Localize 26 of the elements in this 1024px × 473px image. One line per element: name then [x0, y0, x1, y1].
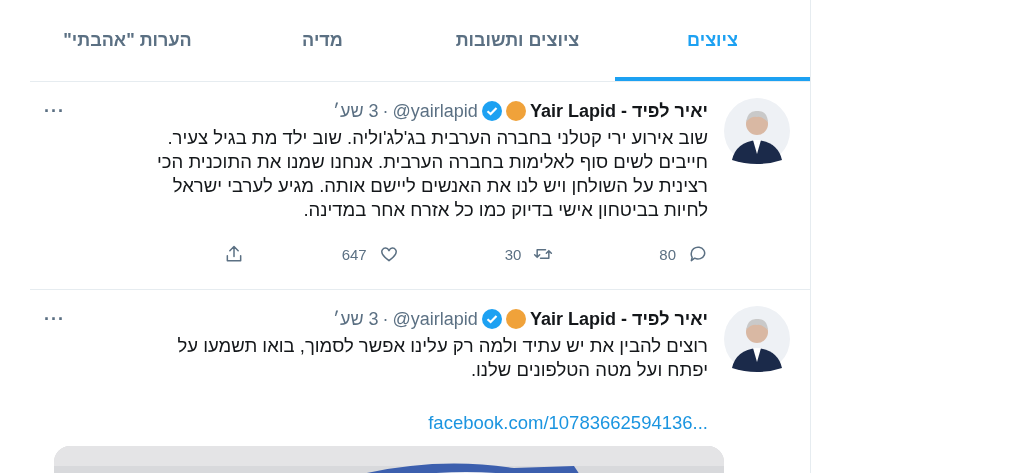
- tab[interactable]: ציוצים: [615, 0, 810, 81]
- separator-dot: ·: [382, 100, 389, 122]
- status-dot-icon: [505, 309, 526, 329]
- tab[interactable]: מדיה: [225, 0, 420, 81]
- tab[interactable]: ציוצים ותשובות: [420, 0, 615, 81]
- tweet-link[interactable]: facebook.com/10783662594136...: [44, 412, 708, 434]
- status-dot-icon: [505, 101, 526, 121]
- tweet-time[interactable]: 3 שע׳: [333, 100, 379, 122]
- tweet-text: שוב אירוע ירי קטלני בחברה הערבית בג'לג'וליה. שוב ילד מת בגיל צעיר. חייבים לשים סוף לאלימות בחברה הערבית. אנחנו שמנו את התוכנית הכי רצינית על השולחן ויש לנו את האנשים ליישם אותה. מגיע לערבי ישראל לחיות בביטחון אישי בדיוק כמו כל אזרח אחר במדינה.: [156, 126, 708, 222]
- tweet-time[interactable]: 3 שע׳: [333, 308, 379, 330]
- reply-icon[interactable]: [688, 244, 708, 264]
- tweet-text: רוצים להבין את יש עתיד ולמה רק עלינו אפשר לסמוך, בואו תשמעו על יפתח ועל מטה הטלפונים שלנו.: [176, 334, 708, 382]
- avatar-icon[interactable]: [724, 98, 790, 164]
- avatar-icon[interactable]: [724, 306, 790, 372]
- author-name[interactable]: יאיר לפיד - Yair Lapid: [529, 100, 708, 122]
- retweet-count: 30: [504, 245, 522, 263]
- author-name[interactable]: יאיר לפיד - Yair Lapid: [529, 308, 708, 330]
- user-handle[interactable]: @yairlapid: [392, 100, 478, 122]
- user-handle[interactable]: @yairlapid: [392, 308, 478, 330]
- reply-count: 80: [659, 245, 676, 263]
- heart-icon[interactable]: [378, 244, 399, 264]
- more-options-icon[interactable]: ···: [44, 100, 65, 122]
- more-options-icon[interactable]: ···: [44, 308, 65, 330]
- tab[interactable]: הערות "אהבתי": [30, 0, 225, 81]
- like-count: 647: [341, 245, 367, 263]
- separator-dot: ·: [382, 308, 389, 330]
